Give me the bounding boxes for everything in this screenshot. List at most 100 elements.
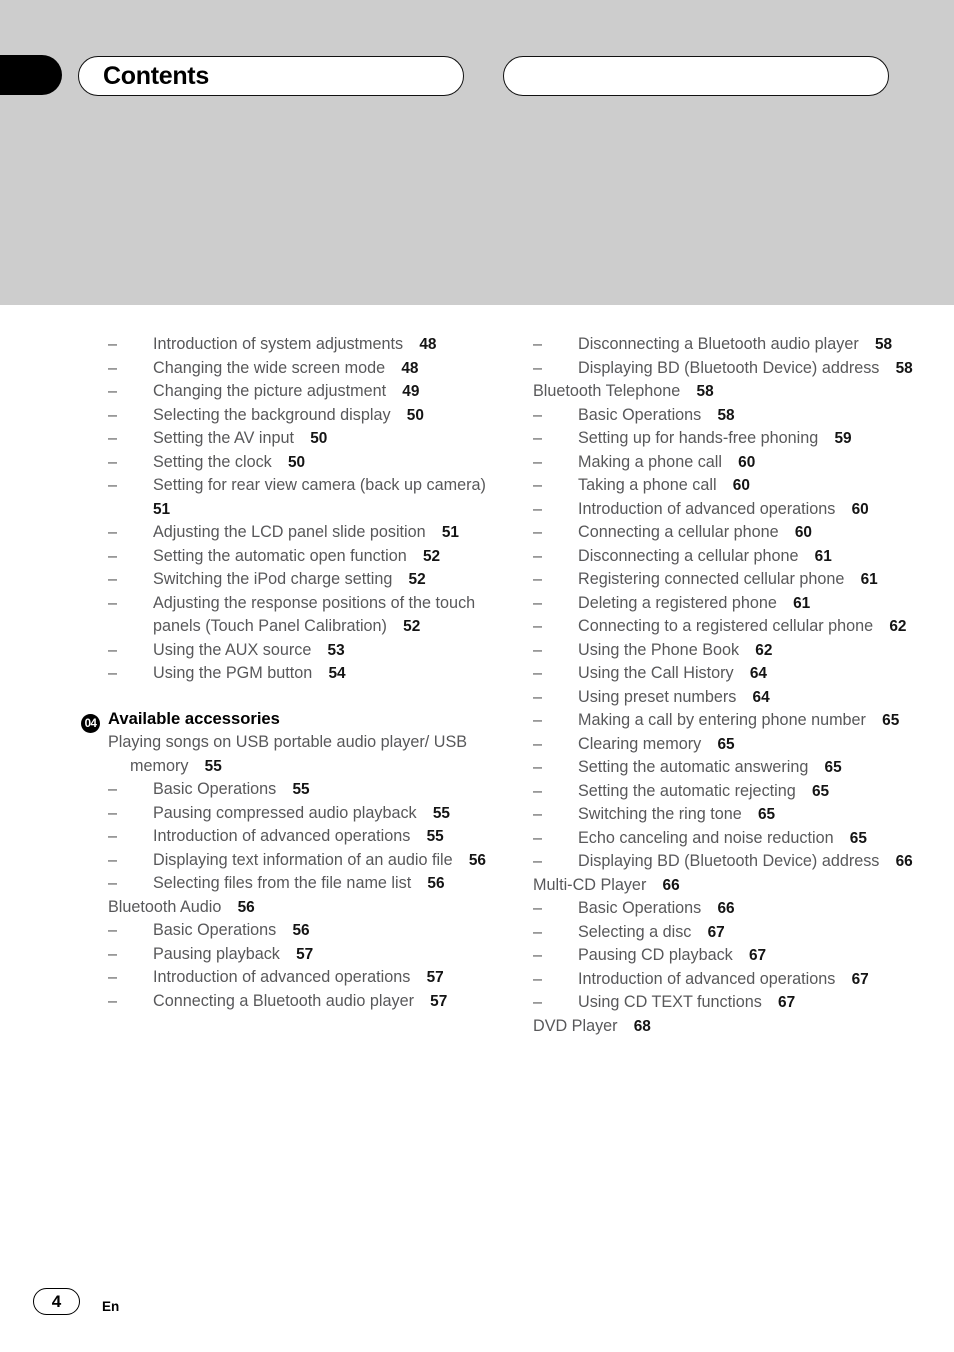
- toc-entry[interactable]: Multi-CD Player 66: [533, 874, 933, 898]
- toc-entry[interactable]: – Adjusting the LCD panel slide position …: [108, 521, 508, 545]
- toc-entry[interactable]: – Introduction of advanced operations 67: [533, 968, 933, 992]
- dash-icon: –: [108, 546, 118, 565]
- toc-entry-label: Basic Operations: [153, 780, 277, 798]
- toc-entry[interactable]: – Pausing playback 57: [108, 943, 508, 967]
- toc-entry[interactable]: – Introduction of system adjustments 48: [108, 333, 508, 357]
- dash-icon: –: [108, 335, 118, 353]
- toc-entry[interactable]: – Basic Operations 66: [533, 897, 933, 921]
- toc-entry[interactable]: – Switching the iPod charge setting 52: [108, 568, 508, 592]
- toc-entry[interactable]: – Disconnecting a cellular phone 61: [533, 545, 933, 569]
- toc-entry[interactable]: – Making a phone call 60: [533, 451, 933, 475]
- toc-entry[interactable]: – Setting the AV input 50: [108, 427, 508, 451]
- toc-entry-page-number: 51: [441, 524, 459, 541]
- dash-icon: –: [108, 991, 118, 1010]
- toc-entry[interactable]: – Displaying BD (Bluetooth Device) addres…: [533, 357, 933, 381]
- dash-icon: –: [533, 617, 543, 635]
- toc-entry[interactable]: – Basic Operations 56: [108, 919, 508, 943]
- toc-entry-label: DVD Player: [533, 1016, 618, 1035]
- toc-entry-page-number: 56: [292, 922, 310, 939]
- toc-entry[interactable]: – Setting the clock 50: [108, 451, 508, 475]
- toc-entry-page-number: 55: [292, 781, 310, 798]
- toc-entry-label: Using the PGM button: [153, 664, 313, 682]
- toc-entry-page-number: 62: [889, 618, 907, 635]
- dash-icon: –: [108, 452, 118, 471]
- toc-entry[interactable]: – Using the Call History 64: [533, 662, 933, 686]
- toc-entry-page-number: 65: [717, 735, 735, 753]
- toc-entry[interactable]: – Basic Operations 55: [108, 778, 508, 802]
- toc-entry[interactable]: – Setting the automatic open function 52: [108, 545, 508, 569]
- toc-entry-label: Setting up for hands-free phoning: [578, 429, 819, 447]
- toc-entry[interactable]: – Echo canceling and noise reduction 65: [533, 827, 933, 851]
- toc-entry[interactable]: – Displaying text information of an audio…: [108, 849, 508, 873]
- toc-entry[interactable]: – Taking a phone call 60: [533, 474, 933, 498]
- toc-entry[interactable]: – Selecting the background display 50: [108, 404, 508, 428]
- toc-entry[interactable]: – Setting the automatic answering 65: [533, 756, 933, 780]
- toc-entry[interactable]: – Using the AUX source 53: [108, 639, 508, 663]
- header-band: Contents: [0, 0, 954, 305]
- toc-entry[interactable]: – Changing the picture adjustment 49: [108, 380, 508, 404]
- toc-entry[interactable]: – Using preset numbers 64: [533, 686, 933, 710]
- toc-entry-page-number: 60: [851, 500, 869, 518]
- toc-entry-label: Using the Phone Book: [578, 640, 740, 659]
- dash-icon: –: [533, 687, 543, 706]
- toc-entry-page-number: 65: [811, 782, 830, 800]
- toc-entry[interactable]: Playing songs on USB portable audio play…: [108, 731, 508, 778]
- dash-icon: –: [533, 781, 543, 800]
- toc-entry-label: Changing the picture adjustment: [153, 382, 387, 400]
- toc-entry[interactable]: – Deleting a registered phone 61: [533, 592, 933, 616]
- toc-entry[interactable]: – Making a call by entering phone number …: [533, 709, 933, 733]
- toc-entry[interactable]: Bluetooth Audio 56: [108, 896, 508, 920]
- toc-entry-label: Introduction of advanced operations: [578, 969, 836, 988]
- toc-entry[interactable]: – Connecting a cellular phone 60: [533, 521, 933, 545]
- toc-entry-label: Adjusting the response positions of the …: [153, 593, 476, 636]
- contents-title-pill: Contents: [78, 56, 464, 96]
- toc-entry[interactable]: – Changing the wide screen mode 48: [108, 357, 508, 381]
- toc-entry[interactable]: – Switching the ring tone 65: [533, 803, 933, 827]
- toc-entry-label: Switching the iPod charge setting: [153, 570, 393, 588]
- toc-entry[interactable]: – Basic Operations 58: [533, 404, 933, 428]
- dash-icon: –: [533, 899, 543, 917]
- dash-icon: –: [533, 922, 543, 941]
- toc-entry[interactable]: – Connecting to a registered cellular pho…: [533, 615, 933, 639]
- toc-entry[interactable]: – Introduction of advanced operations 57: [108, 966, 508, 990]
- toc-entry[interactable]: Bluetooth Telephone 58: [533, 380, 933, 404]
- toc-entry-label: Disconnecting a Bluetooth audio player: [578, 335, 859, 353]
- toc-entry[interactable]: – Adjusting the response positions of the…: [108, 592, 508, 639]
- toc-entry-page-number: 67: [707, 923, 725, 941]
- toc-entry[interactable]: – Connecting a Bluetooth audio player 57: [108, 990, 508, 1014]
- toc-entry[interactable]: – Using the Phone Book 62: [533, 639, 933, 663]
- toc-entry-page-number: 57: [296, 945, 314, 963]
- toc-entry[interactable]: – Using the PGM button 54: [108, 662, 508, 686]
- toc-entry[interactable]: – Displaying BD (Bluetooth Device) addres…: [533, 850, 933, 874]
- dash-icon: –: [108, 944, 118, 963]
- toc-entry[interactable]: – Introduction of advanced operations 55: [108, 825, 508, 849]
- chapter-title: Available accessories: [108, 708, 280, 728]
- toc-entry[interactable]: – Setting up for hands-free phoning 59: [533, 427, 933, 451]
- toc-entry-page-number: 57: [426, 969, 444, 986]
- toc-entry-page-number: 58: [895, 359, 913, 377]
- toc-entry[interactable]: DVD Player 68: [533, 1015, 933, 1039]
- toc-entry[interactable]: – Using CD TEXT functions 67: [533, 991, 933, 1015]
- toc-entry[interactable]: – Registering connected cellular phone 61: [533, 568, 933, 592]
- toc-entry-label: Connecting a cellular phone: [578, 523, 779, 541]
- page-number-badge: 4: [33, 1288, 80, 1315]
- toc-entry-label: Adjusting the LCD panel slide position: [153, 523, 426, 541]
- dash-icon: –: [533, 640, 543, 659]
- toc-entry[interactable]: – Disconnecting a Bluetooth audio player …: [533, 333, 933, 357]
- toc-entry[interactable]: – Pausing compressed audio playback 55: [108, 802, 508, 826]
- toc-entry[interactable]: – Pausing CD playback 67: [533, 944, 933, 968]
- toc-column-left: – Introduction of system adjustments 48 – C…: [81, 333, 508, 1014]
- toc-entry[interactable]: – Setting for rear view camera (back up c…: [108, 474, 508, 521]
- toc-entry[interactable]: – Introduction of advanced operations 60: [533, 498, 933, 522]
- toc-entry[interactable]: – Selecting files from the file name list…: [108, 872, 508, 896]
- dash-icon: –: [533, 969, 543, 988]
- toc-entry-page-number: 58: [717, 406, 735, 424]
- dash-icon: –: [108, 780, 118, 798]
- toc-entry[interactable]: – Selecting a disc 67: [533, 921, 933, 945]
- toc-entry-page-number: 48: [401, 359, 419, 377]
- toc-entry-label: Displaying BD (Bluetooth Device) address: [578, 852, 880, 870]
- toc-entry-label: Taking a phone call: [578, 476, 717, 494]
- toc-entry[interactable]: – Clearing memory 65: [533, 733, 933, 757]
- toc-entry-page-number: 60: [794, 524, 812, 541]
- toc-entry[interactable]: – Setting the automatic rejecting 65: [533, 780, 933, 804]
